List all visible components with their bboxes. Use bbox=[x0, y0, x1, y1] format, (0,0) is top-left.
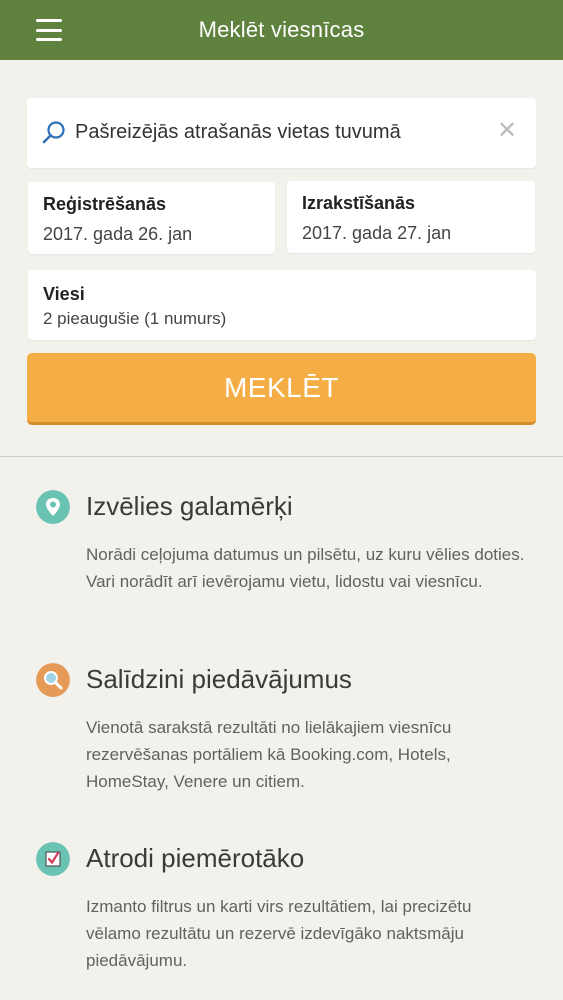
feature-description: Norādi ceļojuma datumus un pilsētu, uz k… bbox=[86, 545, 525, 591]
feature-title: Salīdzini piedāvājumus bbox=[86, 664, 352, 694]
checkin-label: Reģistrēšanās bbox=[43, 194, 167, 214]
divider bbox=[0, 456, 563, 457]
checkbox-icon bbox=[36, 842, 70, 876]
hamburger-menu-icon[interactable] bbox=[36, 19, 62, 41]
location-pin-icon bbox=[36, 490, 70, 524]
guests-label: Viesi bbox=[43, 284, 85, 304]
checkout-value: 2017. gada 27. jan bbox=[302, 223, 452, 243]
checkout-date-field[interactable]: Izrakstīšanās 2017. gada 27. jan bbox=[287, 181, 535, 253]
checkout-label: Izrakstīšanās bbox=[302, 193, 416, 213]
checkin-date-field[interactable]: Reģistrēšanās 2017. gada 26. jan bbox=[28, 182, 275, 254]
guests-field[interactable]: Viesi 2 pieaugušie (1 numurs) bbox=[28, 270, 536, 340]
page-title: Meklēt viesnīcas bbox=[198, 17, 365, 42]
search-button[interactable]: MEKLĒT bbox=[27, 353, 536, 425]
feature-description: Vienotā sarakstā rezultāti no lielākajie… bbox=[86, 718, 452, 791]
guests-value: 2 pieaugušie (1 numurs) bbox=[43, 309, 227, 328]
location-search-field[interactable]: Pašreizējās atrašanās vietas tuvumā ✕ bbox=[27, 98, 536, 168]
feature-title: Atrodi piemērotāko bbox=[86, 843, 305, 873]
search-input[interactable]: Pašreizējās atrašanās vietas tuvumā bbox=[75, 121, 401, 144]
top-bar: Meklēt viesnīcas bbox=[0, 0, 563, 60]
search-icon bbox=[42, 121, 65, 144]
magnifier-icon bbox=[36, 663, 70, 697]
clear-icon[interactable]: ✕ bbox=[496, 118, 518, 144]
feature-title: Izvēlies galamērķi bbox=[86, 491, 293, 521]
checkin-value: 2017. gada 26. jan bbox=[43, 224, 193, 244]
feature-description: Izmanto filtrus un karti virs rezultātie… bbox=[86, 897, 472, 970]
